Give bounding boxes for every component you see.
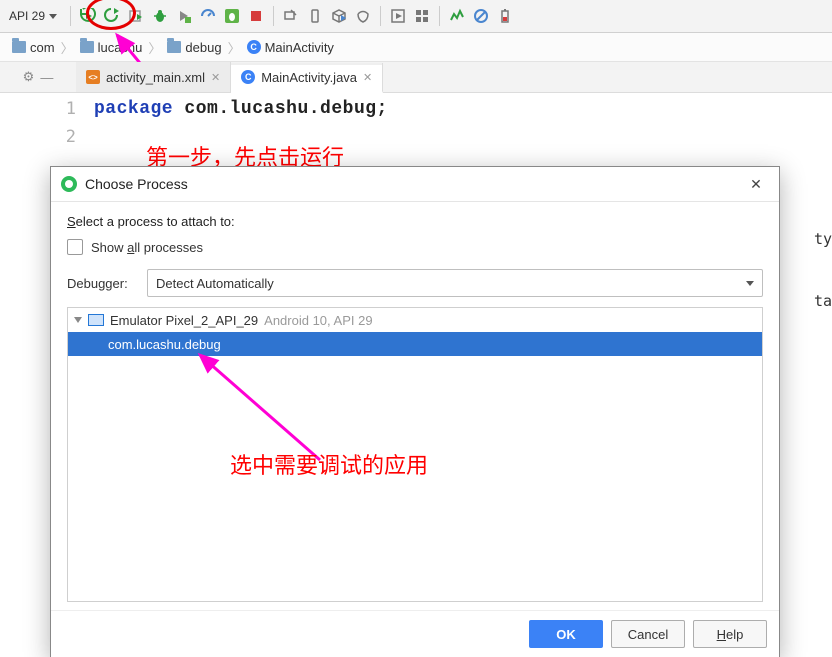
folder-icon — [80, 41, 94, 53]
folder-icon — [12, 41, 26, 53]
code-editor[interactable]: 1 2 package com.lucashu.debug; — [0, 93, 832, 173]
run-icon[interactable] — [79, 7, 97, 25]
breadcrumb-label: MainActivity — [265, 40, 334, 55]
show-all-processes-row[interactable]: Show all processes — [67, 239, 763, 255]
editor-tab-activity-main[interactable]: <> activity_main.xml ✕ — [76, 62, 231, 92]
show-all-checkbox[interactable] — [67, 239, 83, 255]
chevron-right-icon: 〉 — [228, 38, 241, 57]
gear-icon[interactable]: ⚙ — [23, 69, 35, 85]
xml-file-icon: <> — [86, 70, 100, 84]
dropdown-arrow-icon — [49, 14, 57, 19]
device-node[interactable]: Emulator Pixel_2_API_29 Android 10, API … — [68, 308, 762, 332]
profiler-icon[interactable] — [199, 7, 217, 25]
class-icon: C — [247, 40, 261, 54]
annotation-select-app: 选中需要调试的应用 — [230, 448, 428, 480]
dialog-title: Choose Process — [85, 176, 743, 192]
gutter-controls: ⚙ — — [0, 62, 76, 92]
collapse-icon[interactable]: — — [40, 70, 53, 85]
package-name: com.lucashu.debug; — [173, 99, 388, 119]
show-all-label: Show all processes — [91, 240, 203, 255]
apply-changes-icon[interactable] — [127, 7, 145, 25]
breadcrumb-item[interactable]: lucashu — [74, 40, 149, 55]
sync-gradle-icon[interactable] — [354, 7, 372, 25]
chevron-right-icon: 〉 — [148, 38, 161, 57]
breadcrumb-label: lucashu — [98, 40, 143, 55]
dropdown-arrow-icon — [746, 281, 754, 286]
device-icon[interactable] — [306, 7, 324, 25]
debugger-value: Detect Automatically — [156, 276, 274, 291]
truncated-code: ty ta — [814, 230, 832, 310]
device-api-label: API 29 — [9, 9, 45, 23]
run-coverage-icon[interactable] — [175, 7, 193, 25]
device-meta: Android 10, API 29 — [264, 313, 372, 328]
breadcrumb-item[interactable]: com — [6, 40, 61, 55]
editor-tab-strip: ⚙ — <> activity_main.xml ✕ C MainActivit… — [0, 62, 832, 93]
dialog-button-bar: OK Cancel Help — [51, 610, 779, 657]
java-class-icon: C — [241, 70, 255, 84]
folder-icon — [167, 41, 181, 53]
select-process-label: Select a process to attach to: — [67, 214, 763, 229]
tab-label: MainActivity.java — [261, 70, 357, 85]
avd-manager-icon[interactable] — [282, 7, 300, 25]
breadcrumb-bar: com 〉 lucashu 〉 debug 〉 C MainActivity — [0, 33, 832, 62]
device-api-selector[interactable]: API 29 — [4, 3, 62, 29]
dialog-titlebar: Choose Process ✕ — [51, 167, 779, 202]
tab-label: activity_main.xml — [106, 70, 205, 85]
line-number: 1 — [0, 95, 76, 123]
choose-process-dialog: Choose Process ✕ Select a process to att… — [50, 166, 780, 657]
debug-icon[interactable] — [151, 7, 169, 25]
tab-close-icon[interactable]: ✕ — [363, 71, 372, 84]
sdk-manager-icon[interactable] — [330, 7, 348, 25]
battery-icon[interactable] — [496, 7, 514, 25]
no-entry-icon[interactable] — [472, 7, 490, 25]
kw-package: package — [94, 99, 173, 119]
heap-dump-icon[interactable] — [448, 7, 466, 25]
line-number-gutter: 1 2 — [0, 93, 94, 173]
rerun-icon[interactable] — [103, 7, 121, 25]
debugger-label: Debugger: — [67, 276, 137, 291]
line-number: 2 — [0, 123, 76, 151]
breadcrumb-label: com — [30, 40, 55, 55]
cancel-button[interactable]: Cancel — [611, 620, 685, 648]
android-studio-icon — [61, 176, 77, 192]
tab-close-icon[interactable]: ✕ — [211, 71, 220, 84]
editor-tab-mainactivity[interactable]: C MainActivity.java ✕ — [231, 63, 383, 93]
process-node[interactable]: com.lucashu.debug — [68, 332, 762, 356]
emulator-device-icon — [88, 314, 104, 326]
breadcrumb-item[interactable]: C MainActivity — [241, 40, 340, 55]
device-name: Emulator Pixel_2_API_29 — [110, 313, 258, 328]
resource-manager-icon[interactable] — [413, 7, 431, 25]
main-toolbar: API 29 — [0, 0, 832, 33]
process-name: com.lucashu.debug — [108, 337, 221, 352]
layout-inspector-icon[interactable] — [389, 7, 407, 25]
dialog-close-button[interactable]: ✕ — [743, 176, 769, 193]
help-button[interactable]: Help — [693, 620, 767, 648]
attach-debugger-icon[interactable] — [223, 7, 241, 25]
breadcrumb-item[interactable]: debug — [161, 40, 227, 55]
tree-expand-icon[interactable] — [74, 317, 82, 323]
debugger-dropdown[interactable]: Detect Automatically — [147, 269, 763, 297]
stop-icon[interactable] — [247, 7, 265, 25]
ok-button[interactable]: OK — [529, 620, 603, 648]
breadcrumb-label: debug — [185, 40, 221, 55]
chevron-right-icon: 〉 — [61, 38, 74, 57]
